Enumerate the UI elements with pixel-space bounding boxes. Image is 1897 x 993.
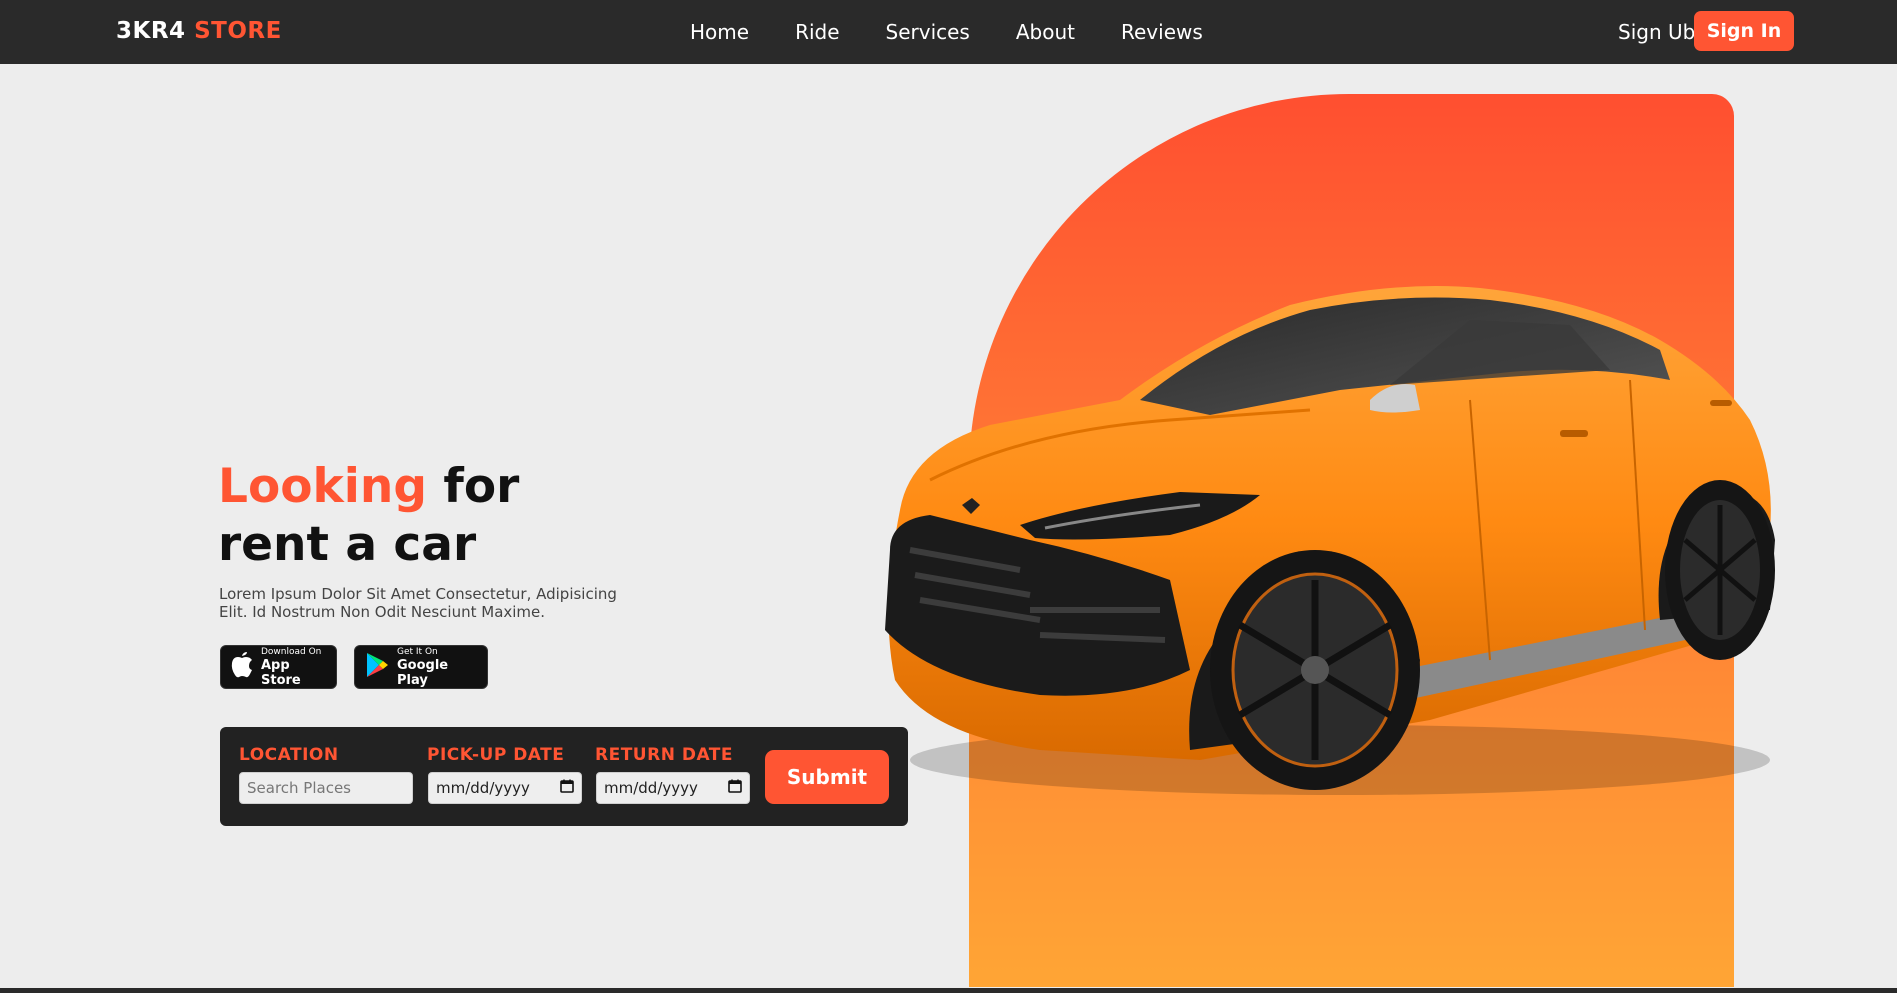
headline-word-for: for bbox=[443, 459, 520, 514]
headline-accent-word: Looking bbox=[218, 459, 427, 514]
app-store-small-text: Download On bbox=[261, 646, 322, 657]
headline-line2: rent a car bbox=[218, 517, 477, 572]
location-label: LOCATION bbox=[239, 745, 339, 765]
sign-in-button[interactable]: Sign In bbox=[1694, 11, 1794, 51]
bottom-divider bbox=[0, 988, 1897, 993]
top-navbar: 3KR4 STORE Home Ride Services About Revi… bbox=[0, 0, 1897, 64]
app-store-big-text: App Store bbox=[261, 657, 301, 688]
google-play-big-text: Google Play bbox=[397, 657, 449, 688]
brand-logo[interactable]: 3KR4 STORE bbox=[116, 18, 282, 44]
nav-link-reviews[interactable]: Reviews bbox=[1121, 20, 1203, 44]
sign-up-link[interactable]: Sign Ub bbox=[1618, 20, 1695, 44]
pickup-date-value: mm/dd/yyyy bbox=[436, 779, 530, 797]
google-play-badge[interactable]: Get It On Google Play bbox=[354, 645, 488, 689]
nav-link-ride[interactable]: Ride bbox=[795, 20, 839, 44]
page: 3KR4 STORE Home Ride Services About Revi… bbox=[0, 0, 1897, 993]
nav-link-services[interactable]: Services bbox=[886, 20, 970, 44]
pickup-date-input[interactable]: mm/dd/yyyy bbox=[428, 772, 582, 804]
return-date-label: RETURN DATE bbox=[595, 745, 733, 765]
booking-form: LOCATION PICK-UP DATE mm/dd/yyyy RETURN … bbox=[220, 727, 908, 826]
calendar-icon[interactable] bbox=[560, 779, 574, 797]
return-date-value: mm/dd/yyyy bbox=[604, 779, 698, 797]
google-play-small-text: Get It On bbox=[397, 646, 438, 657]
hero-description: Lorem Ipsum Dolor Sit Amet Consectetur, … bbox=[219, 585, 617, 621]
hero-headline: Looking for rent a car bbox=[218, 458, 519, 574]
apple-icon bbox=[231, 652, 253, 682]
brand-logo-part1: 3KR4 bbox=[116, 18, 186, 44]
brand-logo-part2: STORE bbox=[194, 18, 282, 44]
pickup-date-label: PICK-UP DATE bbox=[427, 745, 565, 765]
nav-link-home[interactable]: Home bbox=[690, 20, 749, 44]
nav-link-about[interactable]: About bbox=[1016, 20, 1075, 44]
return-date-input[interactable]: mm/dd/yyyy bbox=[596, 772, 750, 804]
car-image bbox=[870, 280, 1800, 830]
app-store-badge[interactable]: Download On App Store bbox=[220, 645, 337, 689]
google-play-icon bbox=[365, 652, 389, 682]
location-input[interactable] bbox=[239, 772, 413, 804]
nav-links: Home Ride Services About Reviews bbox=[690, 20, 1203, 44]
submit-button[interactable]: Submit bbox=[765, 750, 889, 804]
calendar-icon[interactable] bbox=[728, 779, 742, 797]
